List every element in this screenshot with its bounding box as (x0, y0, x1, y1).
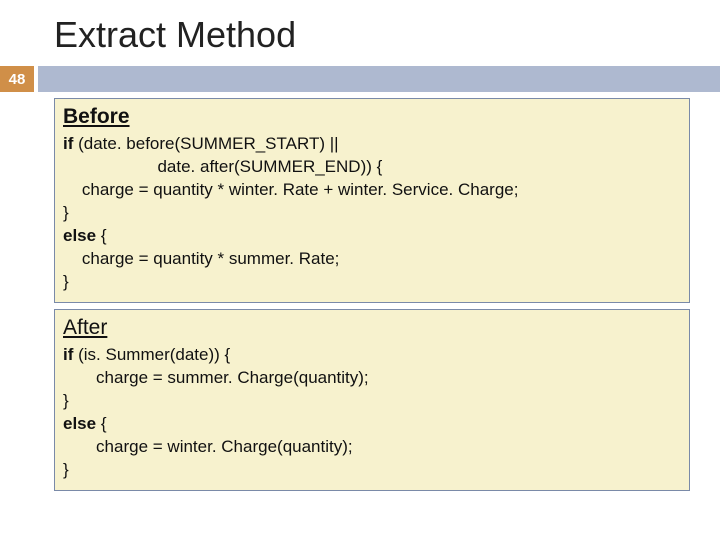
keyword: else (63, 414, 101, 433)
code-line: } (63, 459, 681, 482)
code-text: } (63, 203, 69, 222)
code-text: charge = quantity * summer. Rate; (63, 249, 339, 268)
code-text: } (63, 460, 69, 479)
code-line: date. after(SUMMER_END)) { (63, 156, 681, 179)
code-line: } (63, 390, 681, 413)
code-line: charge = summer. Charge(quantity); (63, 367, 681, 390)
code-line: charge = quantity * winter. Rate + winte… (63, 179, 681, 202)
keyword: if (63, 134, 78, 153)
code-text: { (101, 414, 107, 433)
keyword: if (63, 345, 78, 364)
code-line: } (63, 271, 681, 294)
code-line: charge = quantity * summer. Rate; (63, 248, 681, 271)
keyword: else (63, 226, 101, 245)
code-text: { (101, 226, 107, 245)
after-block: After if (is. Summer(date)) { charge = s… (54, 309, 690, 491)
code-text: } (63, 272, 69, 291)
code-text: charge = summer. Charge(quantity); (63, 368, 369, 387)
code-text: (is. Summer(date)) { (78, 345, 230, 364)
code-line: else { (63, 413, 681, 436)
band-fill (38, 66, 720, 92)
code-line: else { (63, 225, 681, 248)
code-line: } (63, 202, 681, 225)
code-text: charge = winter. Charge(quantity); (63, 437, 353, 456)
code-line: charge = winter. Charge(quantity); (63, 436, 681, 459)
code-text: date. after(SUMMER_END)) { (63, 157, 382, 176)
code-line: if (is. Summer(date)) { (63, 344, 681, 367)
header-band: 48 (0, 66, 720, 92)
page-number-badge: 48 (0, 66, 34, 92)
code-line: if (date. before(SUMMER_START) || (63, 133, 681, 156)
code-text: } (63, 391, 69, 410)
slide-title: Extract Method (0, 0, 720, 66)
code-text: charge = quantity * winter. Rate + winte… (63, 180, 518, 199)
after-heading: After (63, 314, 681, 342)
code-text: (date. before(SUMMER_START) || (78, 134, 338, 153)
before-heading: Before (63, 103, 681, 131)
before-block: Before if (date. before(SUMMER_START) ||… (54, 98, 690, 303)
